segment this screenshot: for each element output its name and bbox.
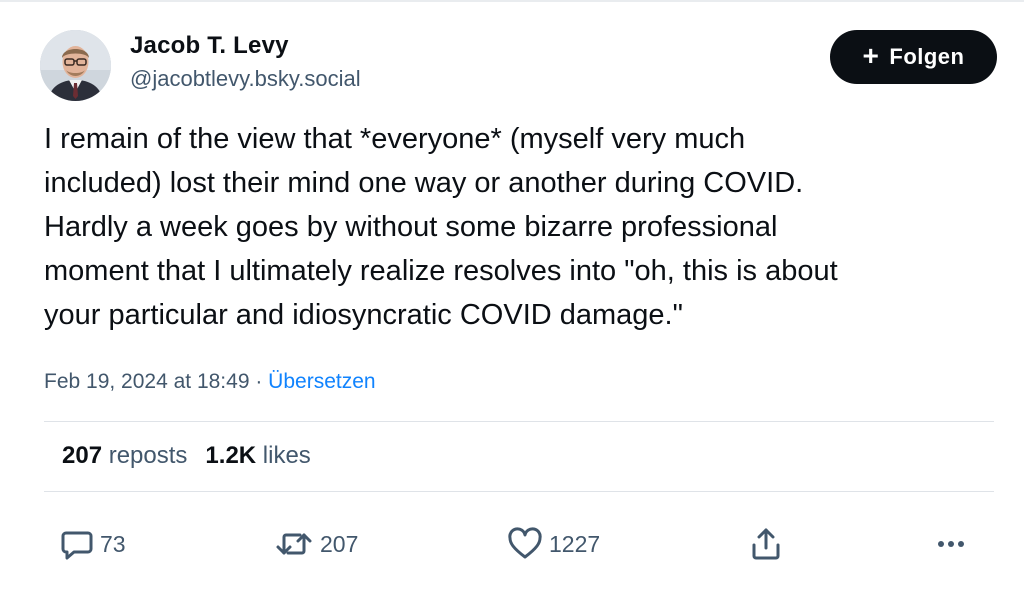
divider — [44, 491, 994, 492]
avatar[interactable] — [40, 30, 111, 101]
heart-icon — [508, 527, 542, 559]
likes-stat[interactable]: 1.2K likes — [205, 442, 310, 469]
post-timestamp: Feb 19, 2024 at 18:49 — [44, 370, 250, 393]
follow-button-label: Folgen — [889, 44, 965, 69]
repost-count: 207 — [320, 530, 359, 557]
author-handle[interactable]: @jacobtlevy.bsky.social — [130, 64, 361, 94]
like-button[interactable]: 1227 — [507, 526, 600, 562]
divider — [44, 421, 994, 422]
like-count: 1227 — [549, 530, 601, 557]
author-info: Jacob T. Levy @jacobtlevy.bsky.social — [130, 28, 361, 94]
repost-button[interactable]: 207 — [274, 526, 358, 562]
reposts-count: 207 — [62, 442, 103, 469]
likes-label: likes — [262, 442, 311, 469]
reposts-label: reposts — [108, 442, 188, 469]
reply-button[interactable]: 73 — [60, 526, 126, 562]
plus-icon: + — [862, 39, 880, 71]
comment-icon — [61, 531, 93, 560]
engagement-stats: 207 reposts 1.2K likes — [62, 438, 311, 474]
share-icon — [752, 528, 780, 560]
avatar-photo-icon — [40, 30, 111, 101]
post-text: I remain of the view that *everyone* (my… — [44, 123, 838, 331]
share-button[interactable] — [749, 526, 783, 562]
likes-count: 1.2K — [205, 442, 257, 469]
more-dots-icon — [938, 541, 964, 547]
author-display-name[interactable]: Jacob T. Levy — [130, 28, 361, 64]
reply-count: 73 — [100, 530, 126, 557]
meta-separator: · — [249, 370, 269, 393]
top-border — [0, 0, 1024, 2]
more-options-button[interactable] — [934, 526, 968, 562]
follow-button[interactable]: + Folgen — [830, 30, 997, 84]
post-header: Jacob T. Levy @jacobtlevy.bsky.social + … — [40, 28, 1000, 108]
post-meta: Feb 19, 2024 at 18:49 · Übersetzen — [44, 366, 376, 398]
translate-link[interactable]: Übersetzen — [268, 370, 375, 393]
repost-icon — [276, 533, 312, 555]
reposts-stat[interactable]: 207 reposts — [62, 442, 187, 469]
